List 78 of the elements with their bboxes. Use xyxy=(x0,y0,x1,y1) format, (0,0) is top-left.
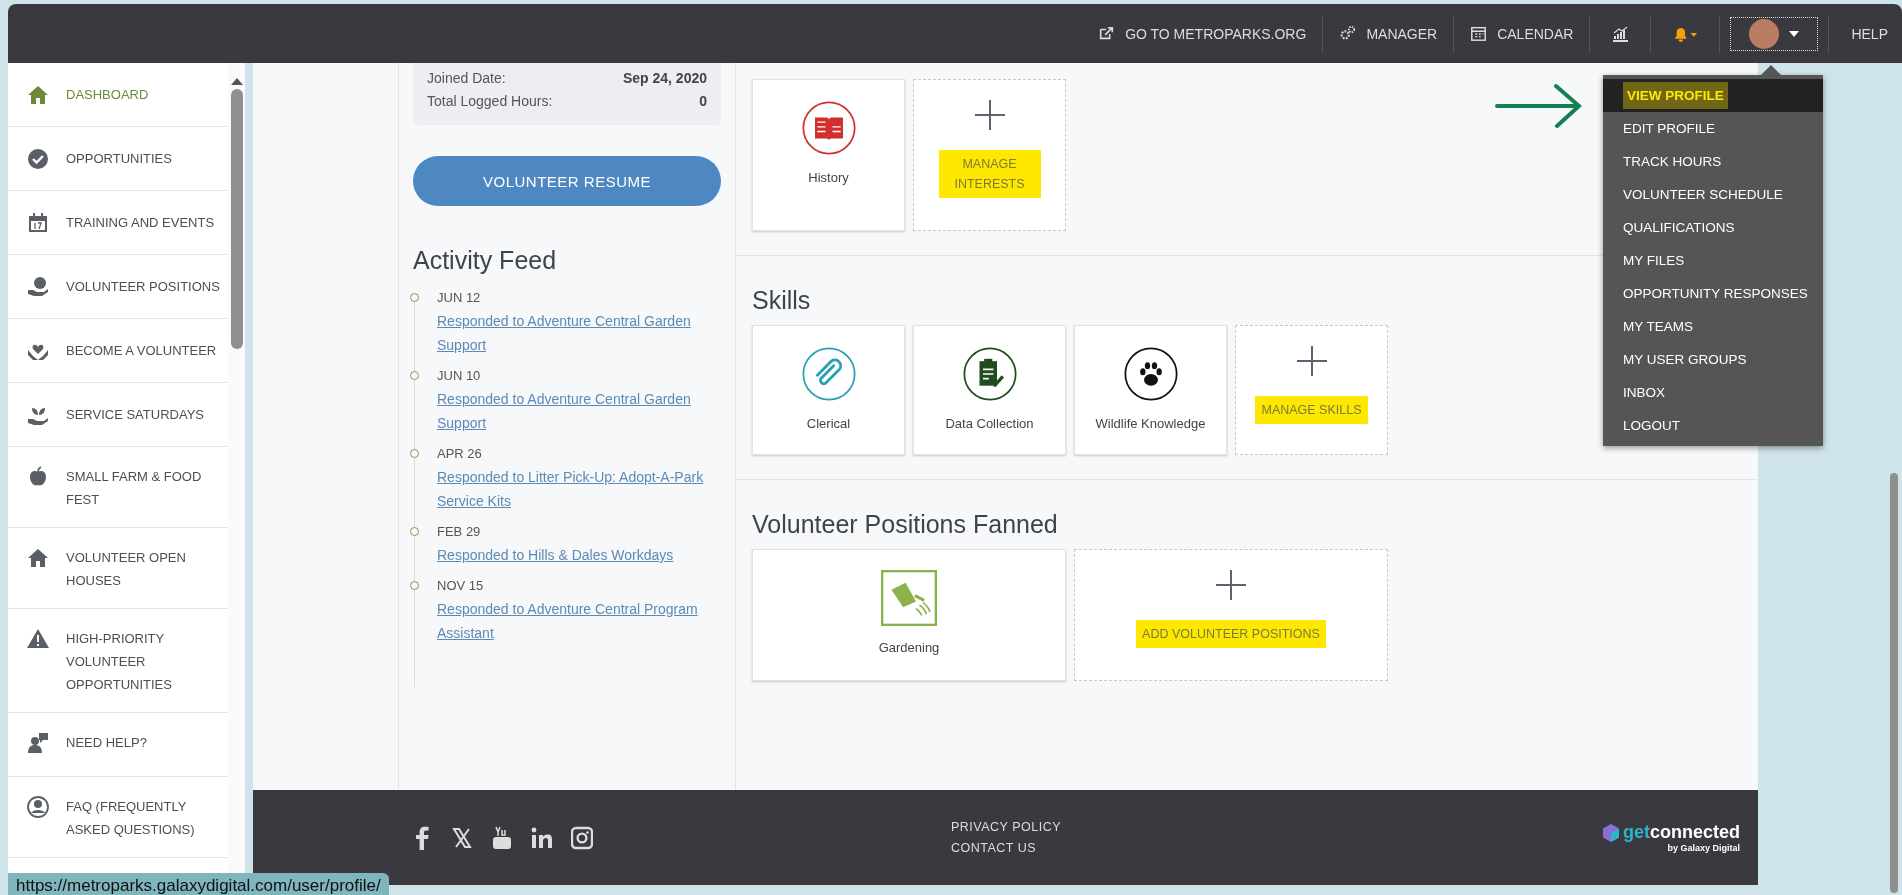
youtube-icon[interactable] xyxy=(491,825,513,850)
menu-item[interactable]: LOGOUT xyxy=(1603,409,1823,442)
caret-icon xyxy=(1789,30,1800,37)
menu-item[interactable]: QUALIFICATIONS xyxy=(1603,211,1823,244)
card-label: History xyxy=(808,170,849,185)
nav-link[interactable]: GO TO METROPARKS.ORG xyxy=(1082,25,1323,42)
warning-icon xyxy=(26,627,50,651)
card-label: Wildlife Knowledge xyxy=(1095,416,1206,431)
plus-icon xyxy=(974,100,1005,130)
menu-item[interactable]: INBOX xyxy=(1603,376,1823,409)
activity-link[interactable]: Responded to Adventure Central Program Assistant xyxy=(437,597,722,645)
add-card-button[interactable]: MANAGE INTERESTS xyxy=(913,79,1066,231)
nav-link[interactable]: MANAGER xyxy=(1323,25,1454,42)
logo-cube-icon xyxy=(1600,822,1621,843)
add-card-button[interactable]: ADD VOLUNTEER POSITIONS xyxy=(1074,549,1388,681)
section-title: Volunteer Positions Fanned xyxy=(752,510,1058,539)
scroll-up-icon[interactable] xyxy=(229,77,244,85)
interest-card[interactable]: Wildlife Knowledge xyxy=(1074,325,1227,455)
check-circle-icon xyxy=(26,146,50,171)
calendar-icon xyxy=(1470,25,1488,42)
timeline-dot xyxy=(410,371,419,380)
speech-person-icon xyxy=(26,731,50,755)
menu-item[interactable]: VOLUNTEER SCHEDULE xyxy=(1603,178,1823,211)
summary-value: 0 xyxy=(699,92,707,111)
add-label: MANAGE INTERESTS xyxy=(938,150,1041,198)
plus-icon xyxy=(1216,570,1246,600)
menu-item[interactable]: MY USER GROUPS xyxy=(1603,343,1823,376)
footer-link[interactable]: PRIVACY POLICY xyxy=(951,820,1601,834)
card-label: Clerical xyxy=(806,416,851,431)
linkedin-icon[interactable] xyxy=(531,825,553,850)
timeline-dot xyxy=(410,527,419,536)
external-link-icon xyxy=(1098,25,1116,42)
status-url-tooltip: https://metroparks.galaxydigital.com/user/profile/ xyxy=(8,873,389,895)
activity-date: FEB 29 xyxy=(437,523,482,541)
summary-label: Total Logged Hours: xyxy=(427,92,553,111)
summary-label: Joined Date: xyxy=(427,69,506,88)
calendar-icon xyxy=(26,210,50,235)
interest-card[interactable]: Clerical xyxy=(752,325,905,455)
activity-link[interactable]: Responded to Litter Pick-Up: Adopt-A-Park Service Kits xyxy=(437,465,722,513)
activity-date: NOV 15 xyxy=(437,577,485,595)
user-menu-button[interactable] xyxy=(1730,16,1819,51)
menu-item[interactable]: MY TEAMS xyxy=(1603,310,1823,343)
activity-date: APR 26 xyxy=(437,445,483,463)
activity-date: JUN 10 xyxy=(437,367,482,385)
summary-value: Sep 24, 2020 xyxy=(622,69,707,88)
house-icon xyxy=(26,546,50,570)
menu-item[interactable]: VIEW PROFILE xyxy=(1603,79,1823,112)
person-icon xyxy=(26,795,50,819)
add-label: ADD VOLUNTEER POSITIONS xyxy=(1136,620,1326,648)
activity-date: JUN 12 xyxy=(437,289,482,307)
avatar-circle xyxy=(1749,18,1780,49)
getconnected-logo[interactable]: getconnected by Galaxy Digital xyxy=(1600,822,1740,853)
add-card-button[interactable]: MANAGE SKILLS xyxy=(1235,325,1388,455)
scrollbar-thumb[interactable] xyxy=(230,89,243,349)
interest-card[interactable]: Data Collection xyxy=(913,325,1066,455)
x-icon[interactable] xyxy=(451,825,473,850)
card-label: Data Collection xyxy=(945,416,1034,431)
card-label: Gardening xyxy=(878,640,940,655)
menu-item[interactable]: OPPORTUNITY RESPONSES xyxy=(1603,277,1823,310)
activity-feed-title: Activity Feed xyxy=(413,246,558,275)
menu-item[interactable]: TRACK HOURS xyxy=(1603,145,1823,178)
interest-card[interactable]: Gardening xyxy=(752,549,1066,681)
nav-link[interactable]: CALENDAR xyxy=(1454,25,1590,42)
timeline-dot xyxy=(410,293,419,302)
volunteer-resume-button[interactable]: VOLUNTEER RESUME xyxy=(413,156,721,206)
section-title: Skills xyxy=(752,286,811,315)
menu-item[interactable]: EDIT PROFILE xyxy=(1603,112,1823,145)
help-link[interactable]: HELP xyxy=(1829,25,1888,42)
globe-hand-icon xyxy=(26,274,50,299)
activity-link[interactable]: Responded to Hills & Dales Workdays xyxy=(437,543,722,567)
add-label: MANAGE SKILLS xyxy=(1255,396,1368,424)
timeline-dot xyxy=(410,449,419,458)
menu-item[interactable]: MY FILES xyxy=(1603,244,1823,277)
instagram-icon[interactable] xyxy=(571,825,593,850)
plus-icon xyxy=(1296,346,1327,376)
timeline-dot xyxy=(410,581,419,590)
interest-card[interactable]: History xyxy=(752,79,905,231)
footer-link[interactable]: CONTACT US xyxy=(951,841,1601,855)
